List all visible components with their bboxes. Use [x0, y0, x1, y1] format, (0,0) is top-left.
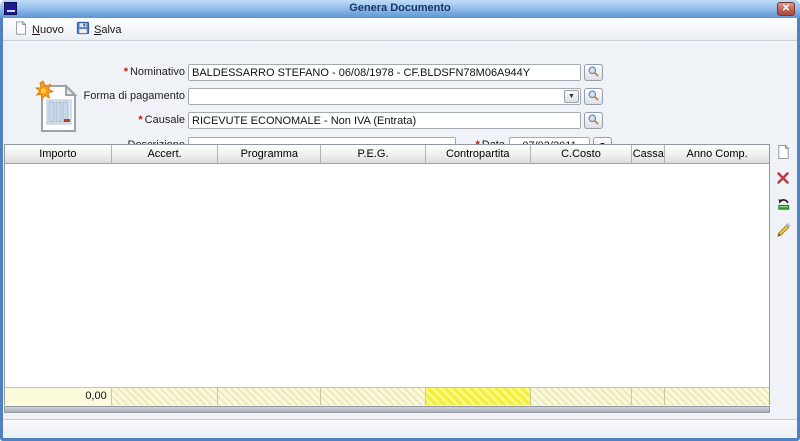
magnifier-icon: [587, 65, 600, 81]
total-cell-highlight: [426, 388, 531, 405]
undo-icon: [776, 196, 791, 215]
forma-pagamento-input[interactable]: [188, 88, 581, 105]
add-row-button[interactable]: [774, 145, 792, 162]
column-header-ccosto[interactable]: C.Costo: [531, 145, 633, 164]
main-toolbar: Nuovo Salva: [3, 18, 797, 41]
total-cell-disabled: [218, 388, 321, 405]
column-header-anno-comp[interactable]: Anno Comp.: [665, 145, 769, 164]
required-marker: *: [138, 114, 142, 126]
forma-pagamento-label: Forma di pagamento: [33, 88, 185, 105]
close-button[interactable]: ✕: [777, 2, 795, 16]
delete-x-icon: [776, 171, 790, 188]
grid-total-row: 0,00: [5, 387, 769, 404]
column-header-importo[interactable]: Importo: [5, 145, 112, 164]
new-document-icon: [14, 21, 28, 38]
total-cell-disabled: [112, 388, 219, 405]
status-bar: [3, 419, 797, 438]
pencil-icon: [776, 223, 791, 241]
edit-pencil-icon-button[interactable]: [774, 223, 792, 240]
forma-pagamento-dropdown-arrow[interactable]: ▼: [564, 90, 579, 103]
grid-header-row: Importo Accert. Programma P.E.G. Controp…: [5, 145, 769, 164]
grid-body-empty[interactable]: [5, 164, 769, 387]
column-header-accert[interactable]: Accert.: [112, 145, 219, 164]
nominativo-label: *Nominativo: [33, 64, 185, 81]
window-title: Genera Documento: [0, 0, 800, 18]
column-header-peg[interactable]: P.E.G.: [321, 145, 426, 164]
total-cell-disabled: [632, 388, 665, 405]
causale-search-button[interactable]: [584, 112, 603, 129]
forma-pagamento-search-button[interactable]: [584, 88, 603, 105]
save-floppy-icon: [76, 21, 90, 38]
column-header-programma[interactable]: Programma: [218, 145, 321, 164]
horizontal-scrollbar[interactable]: [4, 406, 770, 413]
magnifier-icon: [587, 113, 600, 129]
required-marker: *: [124, 66, 128, 78]
title-bar: Genera Documento ✕: [0, 0, 800, 18]
righe-documento-grid: Importo Accert. Programma P.E.G. Controp…: [4, 144, 770, 405]
total-importo: 0,00: [5, 388, 112, 405]
nominativo-search-button[interactable]: [584, 64, 603, 81]
undo-row-button[interactable]: [774, 197, 792, 214]
row-actions-toolbar: [771, 145, 795, 240]
nuovo-button[interactable]: Nuovo: [9, 21, 69, 38]
column-header-cassa[interactable]: Cassa: [632, 145, 665, 164]
magnifier-icon: [587, 89, 600, 105]
nuovo-label: Nuovo: [32, 24, 64, 36]
column-header-contropartita[interactable]: Contropartita: [426, 145, 531, 164]
causale-label: *Causale: [33, 112, 185, 129]
salva-label: Salva: [94, 24, 122, 36]
total-cell-disabled: [321, 388, 426, 405]
window-content: Nuovo Salva: [3, 18, 797, 438]
new-document-icon: [776, 144, 791, 163]
salva-button[interactable]: Salva: [71, 21, 127, 38]
nominativo-input[interactable]: [188, 64, 581, 81]
delete-row-button[interactable]: [774, 171, 792, 188]
total-cell-disabled: [665, 388, 769, 405]
total-cell-disabled: [531, 388, 633, 405]
causale-input[interactable]: [188, 112, 581, 129]
genera-documento-window: Genera Documento ✕ Nuovo Salva: [0, 0, 800, 441]
